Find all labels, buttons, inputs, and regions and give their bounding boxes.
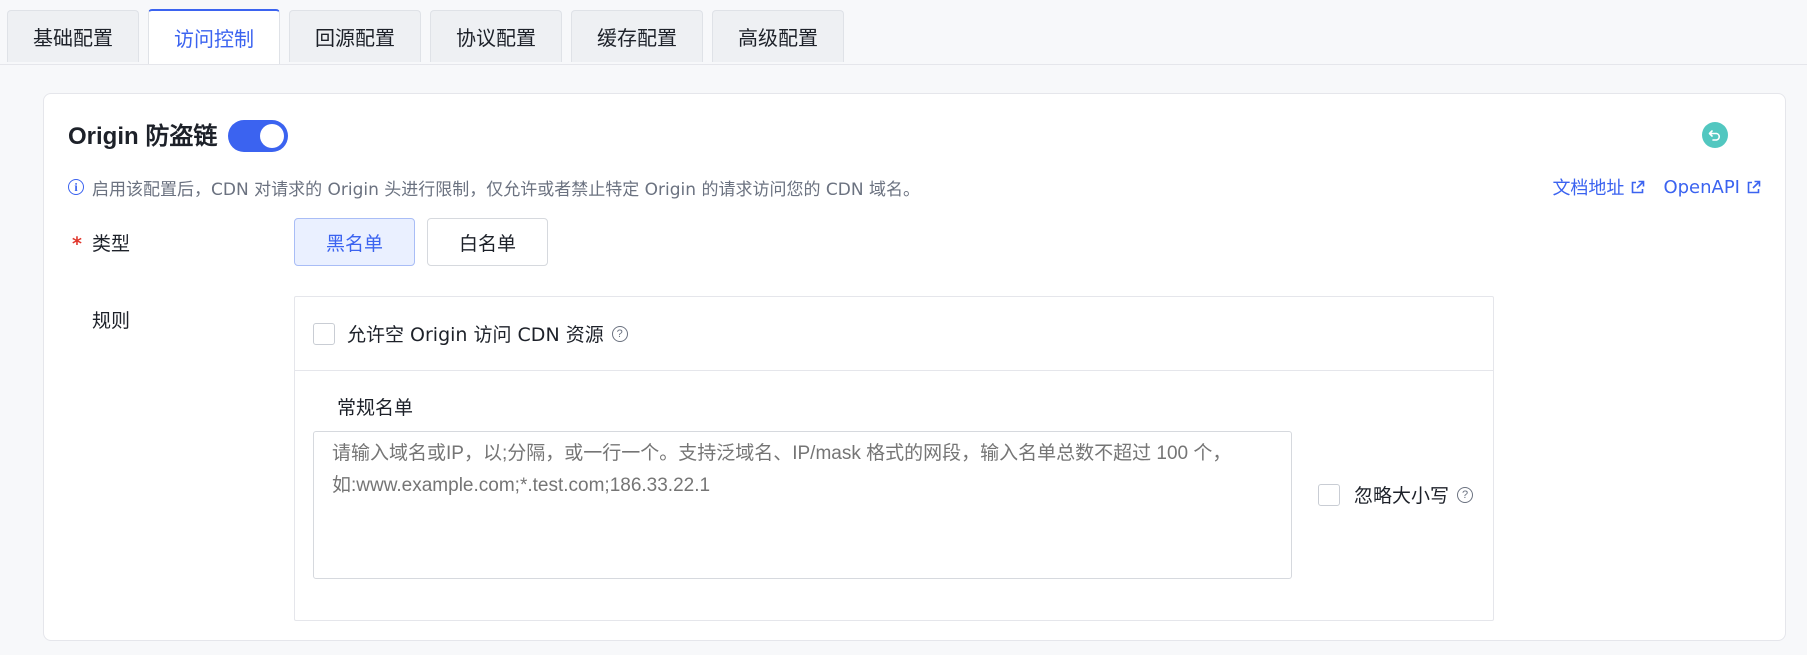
tab-bar: 基础配置 访问控制 回源配置 协议配置 缓存配置 高级配置 [0,0,1807,65]
domain-list-input[interactable] [313,431,1292,579]
allow-empty-row: 允许空 Origin 访问 CDN 资源 ? [295,297,1493,371]
doc-links: 文档地址 OpenAPI [1552,174,1761,200]
tab-access-control[interactable]: 访问控制 [148,9,280,64]
origin-referer-card: Origin 防盗链 i 启用该配置后，CDN 对请求的 Origin 头进行限… [43,93,1786,641]
allow-empty-label: 允许空 Origin 访问 CDN 资源 [347,324,604,346]
tab-cache-config[interactable]: 缓存配置 [571,10,703,62]
help-icon[interactable]: ? [611,325,628,342]
help-icon[interactable]: ? [1457,486,1474,503]
blacklist-option[interactable]: 黑名单 [294,218,415,266]
ignore-case-label: 忽略大小写 [1354,485,1450,507]
allow-empty-checkbox[interactable] [313,322,335,345]
type-label: 类型 [91,233,130,255]
ignore-case-row: 忽略大小写 ? [1318,481,1474,508]
info-text: 启用该配置后，CDN 对请求的 Origin 头进行限制，仅允许或者禁止特定 O… [92,179,920,200]
tab-origin-config[interactable]: 回源配置 [289,10,421,62]
section-title: Origin 防盗链 [68,123,218,150]
tab-basic-config[interactable]: 基础配置 [7,10,139,62]
rules-panel: 允许空 Origin 访问 CDN 资源 ? 常规名单 忽略大小写 ? [294,296,1494,621]
whitelist-option[interactable]: 白名单 [427,218,548,266]
tab-protocol-config[interactable]: 协议配置 [430,10,562,62]
docs-link-label: 文档地址 [1552,178,1625,199]
ignore-case-checkbox[interactable] [1318,483,1340,506]
external-link-icon [1747,180,1761,193]
external-link-icon [1632,180,1645,193]
required-mark: * [72,233,82,255]
undo-arrow-icon [1708,130,1720,141]
list-title: 常规名单 [337,397,414,419]
docs-link[interactable]: 文档地址 [1552,174,1645,200]
info-icon: i [68,179,84,195]
openapi-link[interactable]: OpenAPI [1663,174,1761,200]
enable-toggle[interactable] [228,120,288,152]
tab-advanced-config[interactable]: 高级配置 [712,10,844,62]
type-label-wrap: * 类型 [72,229,130,256]
toggle-knob [260,124,284,148]
rules-label: 规则 [92,310,131,332]
reset-icon[interactable] [1702,122,1728,148]
info-hint: i 启用该配置后，CDN 对请求的 Origin 头进行限制，仅允许或者禁止特定… [68,176,920,200]
openapi-link-label: OpenAPI [1663,176,1740,198]
